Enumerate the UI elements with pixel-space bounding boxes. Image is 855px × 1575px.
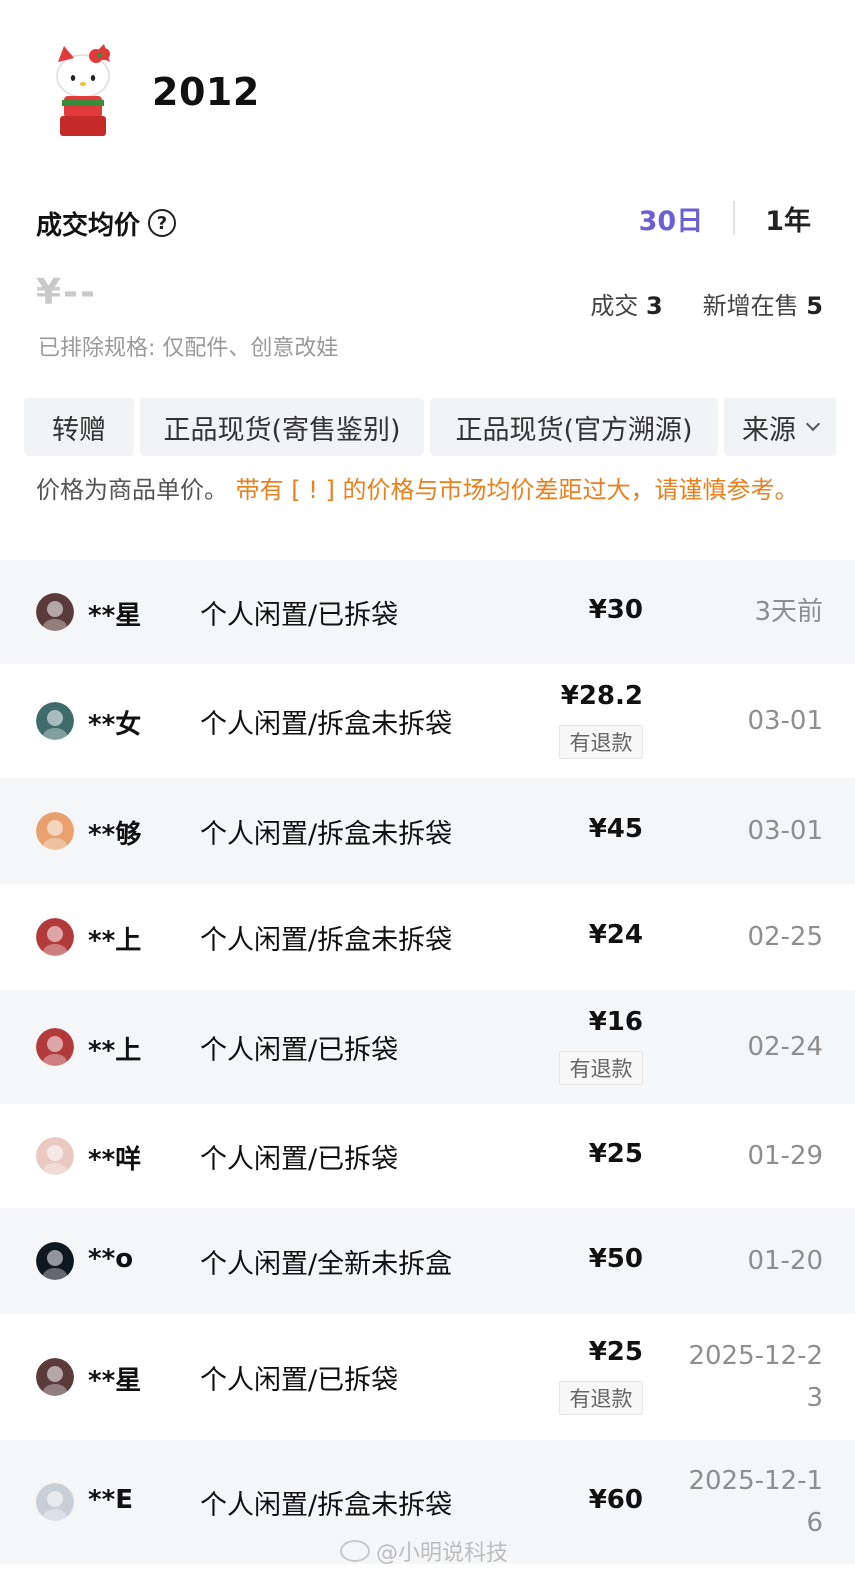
- deal-date: 2025-12-23: [688, 1341, 823, 1413]
- deal-stats: 成交 3 新增在售 5: [550, 286, 823, 321]
- hello-kitty-figure-icon: [56, 44, 110, 136]
- deal-date: 01-20: [747, 1246, 823, 1276]
- product-title: 2012: [152, 70, 260, 114]
- deals-label: 成交: [590, 292, 639, 320]
- deals-stat: 成交 3: [590, 286, 662, 321]
- buyer-name: **上: [88, 1036, 142, 1066]
- buyer-name: **E: [88, 1485, 133, 1515]
- deal-price: ¥16: [588, 1007, 643, 1037]
- transaction-row[interactable]: **女 个人闲置/拆盒未拆袋 ¥28.2 有退款 03-01: [0, 664, 855, 778]
- deal-price: ¥24: [588, 920, 643, 950]
- avg-price-title: 成交均价: [36, 210, 141, 241]
- filter-official-trace[interactable]: 正品现货(官方溯源): [430, 398, 718, 456]
- deal-price: ¥50: [588, 1244, 643, 1274]
- item-condition: 个人闲置/拆盒未拆袋: [200, 819, 453, 850]
- tab-30-days[interactable]: 30日: [635, 199, 708, 238]
- avatar: [36, 918, 74, 956]
- transaction-row[interactable]: **够 个人闲置/拆盒未拆袋 ¥45 03-01: [0, 778, 855, 884]
- notice-text: 价格为商品单价。: [36, 476, 228, 504]
- product-thumbnail: [46, 40, 120, 140]
- refund-badge: 有退款: [559, 1051, 643, 1085]
- deal-date: 01-29: [747, 1141, 823, 1171]
- product-header: 2012: [0, 0, 855, 160]
- transaction-row[interactable]: **o 个人闲置/全新未拆盒 ¥50 01-20: [0, 1208, 855, 1314]
- tab-1-year[interactable]: 1年: [761, 199, 815, 238]
- deal-date: 2025-12-16: [688, 1466, 823, 1538]
- deal-price: ¥30: [588, 595, 643, 625]
- weibo-icon: [340, 1540, 370, 1562]
- buyer-name: **o: [88, 1244, 134, 1274]
- price-notice: 价格为商品单价。 带有 [ ! ] 的价格与市场均价差距过大，请谨慎参考。: [36, 474, 826, 506]
- chevron-down-icon: [805, 416, 821, 432]
- deal-date: 03-01: [747, 816, 823, 846]
- avg-price-heading: 成交均价 ?: [36, 200, 177, 246]
- transaction-row[interactable]: **上 个人闲置/已拆袋 ¥16 有退款 02-24: [0, 990, 855, 1104]
- deal-price: ¥28.2: [560, 681, 643, 711]
- avatar: [36, 702, 74, 740]
- transaction-row[interactable]: **上 个人闲置/拆盒未拆袋 ¥24 02-25: [0, 884, 855, 990]
- avatar: [36, 1483, 74, 1521]
- avatar: [36, 1242, 74, 1280]
- buyer-name: **上: [88, 926, 142, 956]
- buyer-name: **星: [88, 1366, 142, 1396]
- avatar: [36, 1137, 74, 1175]
- deal-price: ¥25: [588, 1139, 643, 1169]
- item-condition: 个人闲置/全新未拆盒: [200, 1249, 453, 1280]
- refund-badge: 有退款: [559, 1381, 643, 1415]
- avatar: [36, 593, 74, 631]
- avatar: [36, 812, 74, 850]
- refund-badge: 有退款: [559, 725, 643, 759]
- deal-date: 02-24: [747, 1032, 823, 1062]
- deals-value: 3: [645, 292, 663, 320]
- deal-date: 3天前: [754, 597, 823, 627]
- new-listings-value: 5: [806, 292, 823, 320]
- range-tabs: 30日 1年: [635, 196, 815, 240]
- transaction-list: **星 个人闲置/已拆袋 ¥30 3天前 **女 个人闲置/拆盒未拆袋 ¥28.2 有退款 03…: [0, 560, 855, 1564]
- transaction-row[interactable]: **星 个人闲置/已拆袋 ¥25 有退款 2025-12-23: [0, 1314, 855, 1440]
- item-condition: 个人闲置/已拆袋: [200, 1035, 399, 1066]
- item-condition: 个人闲置/已拆袋: [200, 1144, 399, 1175]
- notice-warning: 带有 [ ! ] 的价格与市场均价差距过大，请谨慎参考。: [235, 476, 799, 504]
- deal-price: ¥45: [588, 814, 643, 844]
- buyer-name: **够: [88, 820, 142, 850]
- item-condition: 个人闲置/拆盒未拆袋: [200, 1490, 453, 1521]
- transaction-row[interactable]: **咩 个人闲置/已拆袋 ¥25 01-29: [0, 1104, 855, 1208]
- deal-price: ¥60: [588, 1485, 643, 1515]
- item-condition: 个人闲置/拆盒未拆袋: [200, 925, 453, 956]
- item-condition: 个人闲置/已拆袋: [200, 1365, 399, 1396]
- deal-price: ¥25: [588, 1337, 643, 1367]
- buyer-name: **星: [88, 601, 142, 631]
- filter-source-dropdown[interactable]: 来源: [724, 398, 836, 456]
- avatar: [36, 1358, 74, 1396]
- deal-date: 02-25: [747, 922, 823, 952]
- new-listings-label: 新增在售: [702, 292, 799, 320]
- watermark: @小明说科技: [340, 1535, 508, 1567]
- buyer-name: **女: [88, 710, 142, 740]
- avg-price-value: ¥--: [36, 272, 97, 313]
- filter-gift[interactable]: 转赠: [24, 398, 134, 456]
- filter-bar: 转赠 正品现货(寄售鉴别) 正品现货(官方溯源) 来源: [24, 398, 836, 456]
- filter-source-label: 来源: [742, 414, 796, 446]
- filter-consignment[interactable]: 正品现货(寄售鉴别): [140, 398, 424, 456]
- watermark-text: @小明说科技: [376, 1541, 509, 1566]
- new-listings-stat: 新增在售 5: [703, 286, 823, 321]
- help-icon[interactable]: ?: [148, 209, 177, 237]
- buyer-name: **咩: [88, 1145, 142, 1175]
- tab-divider: [733, 201, 736, 235]
- avatar: [36, 1028, 74, 1066]
- item-condition: 个人闲置/拆盒未拆袋: [200, 709, 453, 740]
- excluded-spec-note: 已排除规格: 仅配件、创意改娃: [38, 336, 339, 361]
- item-condition: 个人闲置/已拆袋: [200, 600, 399, 631]
- transaction-row[interactable]: **星 个人闲置/已拆袋 ¥30 3天前: [0, 560, 855, 664]
- deal-date: 03-01: [747, 706, 823, 736]
